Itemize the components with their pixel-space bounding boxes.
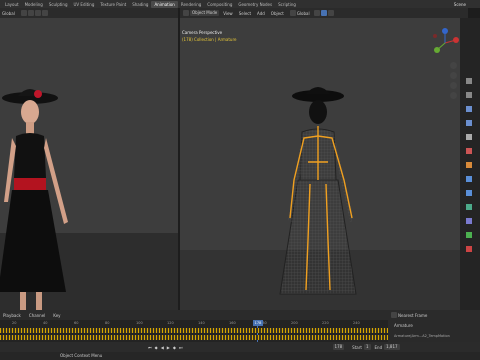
jump-start-icon[interactable]: ⏮ xyxy=(148,345,152,350)
next-key-icon[interactable]: ◆ xyxy=(173,345,176,350)
channel-action[interactable]: Armature|Arm…A2_TempMotion xyxy=(394,334,450,338)
physics-tab-icon[interactable] xyxy=(466,204,472,210)
play-icon[interactable]: ▶ xyxy=(167,345,170,350)
frame-tick-label: 160 xyxy=(229,321,236,325)
frame-tick-label: 40 xyxy=(43,321,48,325)
snap-mode[interactable]: Nearest Frame xyxy=(398,313,427,318)
menu-object[interactable]: Object xyxy=(271,11,284,16)
proportional-icon[interactable] xyxy=(327,10,334,16)
frame-tick-label: 80 xyxy=(105,321,110,325)
workspace-tab[interactable]: Geometry Nodes xyxy=(235,1,275,8)
frame-tick-label: 240 xyxy=(353,321,360,325)
render-tab-icon[interactable] xyxy=(466,92,472,98)
frame-tick-label: 200 xyxy=(291,321,298,325)
camera-icon[interactable] xyxy=(27,10,34,16)
keyframe-track[interactable] xyxy=(0,328,388,333)
workspace-tab[interactable]: Sculpting xyxy=(46,1,71,8)
frame-tick-label: 220 xyxy=(322,321,329,325)
zoom-icon[interactable] xyxy=(450,62,457,69)
frame-tick-label: 20 xyxy=(12,321,17,325)
shading-icon[interactable] xyxy=(34,10,41,16)
menu-select[interactable]: Select xyxy=(239,11,251,16)
frame-tick-label: 100 xyxy=(136,321,143,325)
overlay-subtitle: (178) Collection | Armature xyxy=(182,37,237,42)
workspace-tab[interactable]: Layout xyxy=(2,1,22,8)
viewport-icon[interactable] xyxy=(20,10,27,16)
frame-tick-label: 120 xyxy=(167,321,174,325)
jump-end-icon[interactable]: ⏭ xyxy=(179,345,183,350)
camera-view-icon[interactable] xyxy=(450,82,457,89)
ortho-icon[interactable] xyxy=(450,92,457,99)
orientation-select[interactable]: Global xyxy=(297,11,310,16)
snap-icon[interactable] xyxy=(320,10,327,16)
orientation-icon[interactable] xyxy=(289,10,296,16)
timeline-area[interactable]: 20 40 60 80 100 120 140 160 180 200 220 240 178 xyxy=(0,320,388,342)
top-bar: Layout Modeling Sculpting UV Editing Texture… xyxy=(0,0,480,8)
right-viewport-header: Object Mode View Select Add Object Globa… xyxy=(180,8,468,18)
character-render xyxy=(0,89,68,310)
workspace-tab[interactable]: Animation xyxy=(151,0,178,8)
playback-bar: ⏮ ◆ ◀ ▶ ◆ ⏭ 178 Start 1 End 1,817 xyxy=(0,342,480,352)
status-hint: Object Context Menu xyxy=(60,353,103,358)
snap-toggle-icon[interactable] xyxy=(391,312,397,318)
current-frame-indicator[interactable]: 178 xyxy=(253,320,263,326)
workspace-tab[interactable]: Shading xyxy=(129,1,151,8)
channel-panel: Armature Armature|Arm…A2_TempMotion xyxy=(388,320,480,342)
pan-icon[interactable] xyxy=(450,72,457,79)
mode-select[interactable]: Object Mode xyxy=(190,10,220,16)
frame-tick-label: 60 xyxy=(74,321,79,325)
modifier-tab-icon[interactable] xyxy=(466,176,472,182)
workspace-tab[interactable]: Rendering xyxy=(178,1,204,8)
channel-group[interactable]: Armature xyxy=(394,323,413,328)
workspace-tab[interactable]: Compositing xyxy=(204,1,235,8)
tool-tab-icon[interactable] xyxy=(466,78,472,84)
view-layer-tab-icon[interactable] xyxy=(466,120,472,126)
workspace-tab[interactable]: Scripting xyxy=(275,1,299,8)
overlay-title: Camera Perspective xyxy=(182,30,223,35)
prev-key-icon[interactable]: ◆ xyxy=(155,345,158,350)
left-viewport-header: Global xyxy=(0,8,178,18)
output-tab-icon[interactable] xyxy=(466,106,472,112)
start-label: Start xyxy=(352,344,362,350)
menu-view[interactable]: View xyxy=(223,11,233,16)
timeline-side-header: Nearest Frame xyxy=(388,310,480,320)
overlay-icon[interactable] xyxy=(41,10,48,16)
play-reverse-icon[interactable]: ◀ xyxy=(161,345,164,350)
end-label: End xyxy=(374,344,383,350)
frame-tick-label: 140 xyxy=(198,321,205,325)
keyframe-track[interactable] xyxy=(0,335,388,340)
left-viewport[interactable] xyxy=(0,18,178,310)
start-field[interactable]: 1 xyxy=(363,344,371,350)
particles-tab-icon[interactable] xyxy=(466,190,472,196)
scene-tab-icon[interactable] xyxy=(466,134,472,140)
pivot-icon[interactable] xyxy=(313,10,320,16)
end-field[interactable]: 1,817 xyxy=(384,344,400,350)
data-tab-icon[interactable] xyxy=(466,232,472,238)
constraints-tab-icon[interactable] xyxy=(466,218,472,224)
menu-playback[interactable]: Playback xyxy=(3,313,21,318)
armature-wireframe xyxy=(279,87,357,295)
workspace-tab[interactable]: UV Editing xyxy=(71,1,98,8)
frame-ruler: 20 40 60 80 100 120 140 160 180 200 220 240 xyxy=(0,320,388,326)
properties-tabs xyxy=(460,18,480,310)
editor-type-icon[interactable] xyxy=(183,10,189,16)
left-orientation[interactable]: Global xyxy=(2,11,15,16)
status-bar: Object Context Menu xyxy=(0,352,480,360)
object-tab-icon[interactable] xyxy=(466,162,472,168)
right-viewport[interactable]: Camera Perspective (178) Collection | Ar… xyxy=(180,18,460,310)
scene-label[interactable]: Scene xyxy=(454,2,466,7)
current-frame-field[interactable]: 178 xyxy=(332,344,345,350)
material-tab-icon[interactable] xyxy=(466,246,472,252)
menu-add[interactable]: Add xyxy=(257,11,265,16)
menu-channel[interactable]: Channel xyxy=(29,313,45,318)
navigation-gizmo[interactable] xyxy=(430,28,460,58)
timeline-header: Playback Channel Key xyxy=(0,310,388,320)
workspace-tab[interactable]: Texture Paint xyxy=(97,1,129,8)
workspace-tab[interactable]: Modeling xyxy=(22,1,46,8)
world-tab-icon[interactable] xyxy=(466,148,472,154)
menu-key[interactable]: Key xyxy=(53,313,60,318)
